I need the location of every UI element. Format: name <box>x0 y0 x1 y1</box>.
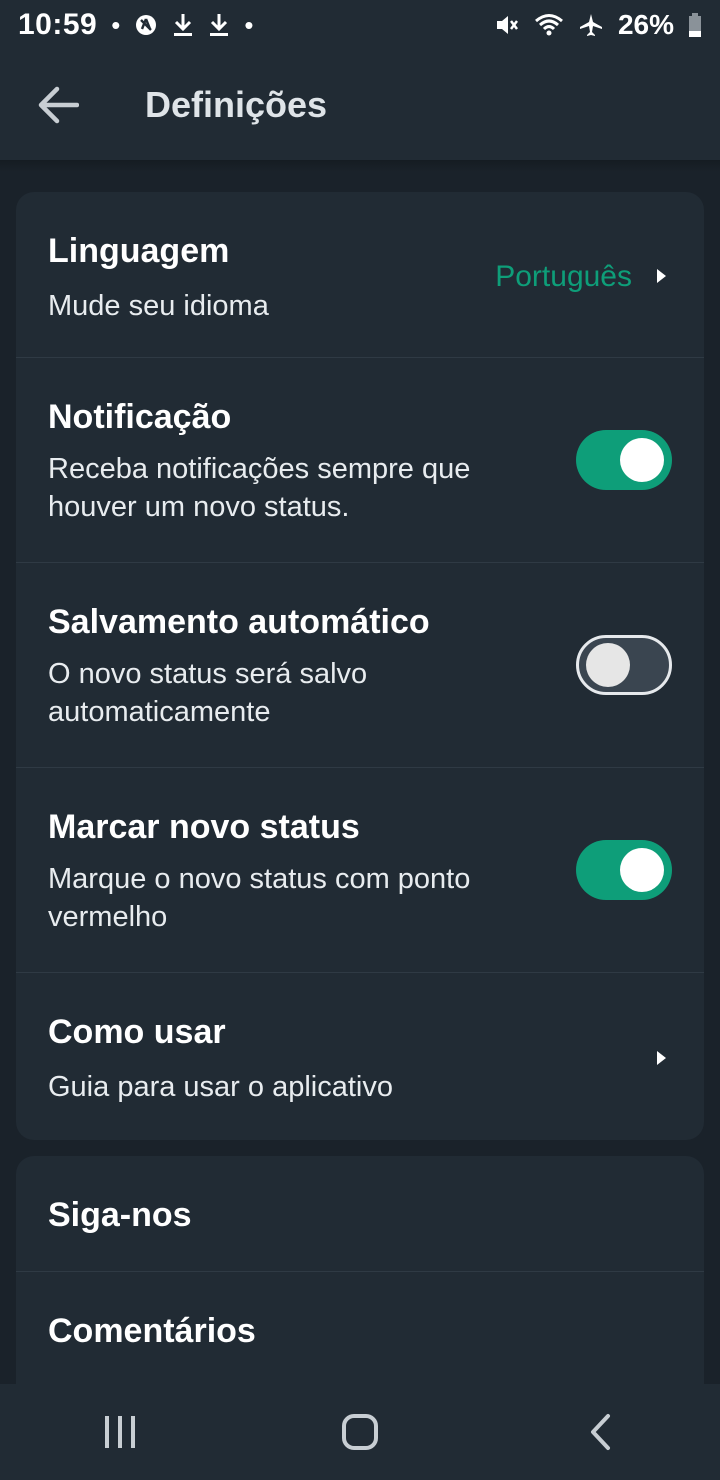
mark-status-title: Marcar novo status <box>48 808 360 846</box>
notification-subtitle: Receba notificações sempre que houver um… <box>48 453 471 523</box>
app-bar: Definições <box>0 50 720 160</box>
dot-icon: • <box>244 10 254 40</box>
extras-card: Siga-nos Comentários <box>16 1156 704 1416</box>
nav-back-button[interactable] <box>540 1384 660 1480</box>
recents-button[interactable] <box>60 1384 180 1480</box>
language-value: Português <box>495 260 632 293</box>
vpn-icon <box>134 13 158 37</box>
status-bar-right: 26% <box>494 9 702 41</box>
status-time: 10:59 <box>18 8 98 41</box>
settings-card: Linguagem Mude seu idioma Português Noti… <box>16 192 704 1140</box>
how-to-use-row[interactable]: Como usar Guia para usar o aplicativo <box>16 973 704 1140</box>
language-subtitle: Mude seu idioma <box>48 290 269 322</box>
follow-us-title: Siga-nos <box>48 1196 192 1234</box>
autosave-toggle[interactable] <box>576 635 672 695</box>
wifi-icon <box>534 12 564 38</box>
dot-icon: • <box>111 10 121 40</box>
comments-title: Comentários <box>48 1312 256 1350</box>
battery-level: 26% <box>617 9 674 40</box>
language-setting-row[interactable]: Linguagem Mude seu idioma Português <box>16 192 704 358</box>
language-title: Linguagem <box>48 232 230 270</box>
recents-icon <box>105 1416 135 1448</box>
toggle-knob <box>620 848 664 892</box>
autosave-subtitle: O novo status será salvo automaticamente <box>48 658 368 728</box>
notification-title: Notificação <box>48 398 232 436</box>
navigation-bar <box>0 1384 720 1480</box>
back-button[interactable] <box>12 60 102 150</box>
app-bar-shadow <box>0 160 720 172</box>
chevron-right-icon <box>657 269 666 283</box>
airplane-icon <box>578 12 604 38</box>
battery-icon <box>688 12 702 38</box>
notification-toggle[interactable] <box>576 430 672 490</box>
how-to-use-subtitle: Guia para usar o aplicativo <box>48 1071 393 1103</box>
follow-us-row[interactable]: Siga-nos <box>16 1156 704 1272</box>
mark-status-toggle[interactable] <box>576 840 672 900</box>
home-button[interactable] <box>300 1384 420 1480</box>
toggle-knob <box>620 438 664 482</box>
download-icon <box>208 12 230 38</box>
status-bar: 10:59 • • 26% <box>0 0 720 50</box>
how-to-use-title: Como usar <box>48 1013 226 1051</box>
home-icon <box>342 1414 378 1450</box>
mark-status-subtitle: Marque o novo status com ponto vermelho <box>48 863 471 933</box>
autosave-title: Salvamento automático <box>48 603 430 641</box>
autosave-setting-row: Salvamento automático O novo status será… <box>16 563 704 768</box>
download-icon <box>172 12 194 38</box>
mute-icon <box>494 12 520 38</box>
status-bar-left: 10:59 • • <box>18 8 253 42</box>
page-title: Definições <box>145 84 328 125</box>
back-icon <box>591 1414 610 1450</box>
mark-status-setting-row: Marcar novo status Marque o novo status … <box>16 768 704 973</box>
toggle-knob <box>586 643 630 687</box>
notification-setting-row: Notificação Receba notificações sempre q… <box>16 358 704 563</box>
chevron-right-icon <box>657 1051 666 1065</box>
arrow-left-icon <box>38 86 79 124</box>
